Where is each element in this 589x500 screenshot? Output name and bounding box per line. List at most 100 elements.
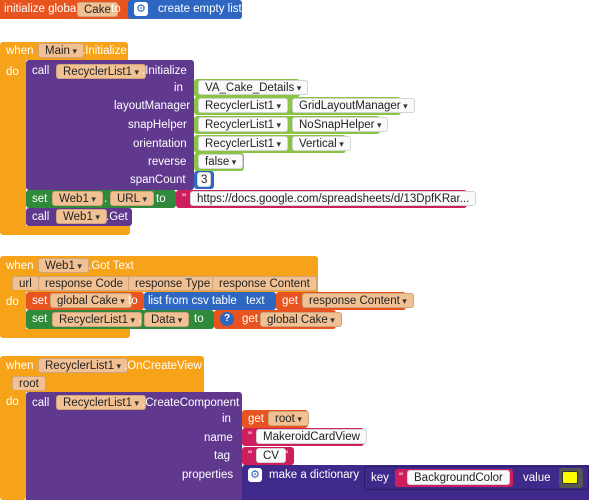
close-quote: " (505, 472, 510, 484)
call-label: call (32, 397, 50, 409)
set-label: set (32, 295, 48, 307)
open-quote: " (399, 472, 404, 484)
tag-text-block[interactable]: " CV " (242, 447, 294, 465)
web-component-dropdown[interactable]: Web1 (52, 191, 103, 206)
in-value-dropdown[interactable]: VA_Cake_Details (198, 80, 309, 95)
list-from-csv-block[interactable]: list from csv table text (144, 292, 276, 310)
web-got-text-event-block[interactable]: when Web1 .Got Text url response Code re… (0, 256, 318, 292)
close-quote: " (284, 450, 289, 462)
initialize-global-block[interactable]: initialize global Cake to ⚙ create empty… (0, 0, 242, 19)
key-text-field[interactable]: BackgroundColor (407, 470, 510, 485)
param-tag-label: tag (214, 450, 230, 462)
spancount-number-block[interactable]: 3 (194, 171, 214, 189)
close-quote: " (354, 431, 359, 443)
name-text-block[interactable]: " MakeroidCardView " (242, 428, 367, 446)
list-from-csv-label: list from csv table (148, 295, 237, 307)
do-label: do (6, 396, 19, 408)
layout-manager-block[interactable]: RecyclerList1 GridLayoutManager (194, 97, 415, 115)
create-empty-list-block[interactable]: ⚙ create empty list (128, 0, 242, 19)
open-quote: " (182, 193, 187, 205)
color-swatch[interactable] (562, 471, 578, 484)
create-component-call-block[interactable]: call RecyclerList1 .CreateComponent (26, 392, 242, 500)
param-response-code[interactable]: response Code (38, 276, 130, 291)
get-var-dropdown[interactable]: global Cake (260, 312, 342, 327)
param-root[interactable]: root (12, 376, 46, 391)
set-label: set (32, 313, 48, 325)
gear-icon[interactable]: ⚙ (248, 468, 262, 482)
param-spancount-label: spanCount (130, 174, 186, 186)
in-value-block[interactable]: VA_Cake_Details (194, 79, 309, 97)
set-web-url-block[interactable]: set Web1 . URL to (26, 190, 176, 208)
on-create-view-event-block[interactable]: when RecyclerList1 .OnCreateView root (0, 356, 204, 392)
close-quote: " (456, 193, 461, 205)
reverse-value-dropdown[interactable]: false (198, 154, 244, 169)
get-method-label: .Get (106, 211, 128, 223)
recycler-component-dropdown[interactable]: RecyclerList1 (56, 395, 147, 410)
to-label: to (111, 3, 121, 15)
param-layoutmanager-label: layoutManager (114, 100, 191, 112)
recycler-component-dropdown[interactable]: RecyclerList1 (56, 64, 147, 79)
get-label: get (282, 295, 298, 307)
text-param-label: text (246, 295, 265, 307)
open-quote: " (248, 450, 253, 462)
call-label: call (32, 211, 50, 223)
color-block[interactable] (559, 468, 583, 488)
web-component-dropdown[interactable]: Web1 (38, 258, 89, 273)
reverse-block[interactable]: false (194, 153, 244, 171)
snap-helper-block[interactable]: RecyclerList1 NoSnapHelper (194, 116, 389, 134)
layout-component-dropdown[interactable]: RecyclerList1 (198, 98, 289, 113)
open-quote: " (248, 431, 253, 443)
main-component-dropdown[interactable]: Main (38, 43, 84, 58)
web-get-component-dropdown[interactable]: Web1 (56, 209, 107, 224)
when-label: when (6, 45, 34, 57)
orientation-component-dropdown[interactable]: RecyclerList1 (198, 136, 289, 151)
layout-value-dropdown[interactable]: GridLayoutManager (292, 98, 415, 113)
url-property-dropdown[interactable]: URL (110, 191, 155, 206)
recycler-component-dropdown[interactable]: RecyclerList1 (52, 312, 143, 327)
set-global-cake-block[interactable]: set global Cake to (26, 292, 144, 310)
on-create-view-label: .OnCreateView (124, 360, 202, 372)
when-label: when (6, 360, 34, 372)
do-label: do (6, 296, 19, 308)
url-text-block[interactable]: " https://docs.google.com/spreadsheets/d… (176, 190, 477, 208)
param-response-type[interactable]: response Type (128, 276, 218, 291)
param-name-label: name (204, 432, 233, 444)
name-text-field[interactable]: MakeroidCardView (256, 429, 367, 444)
spancount-number-field[interactable]: 3 (197, 172, 212, 187)
get-root-dropdown[interactable]: root (268, 411, 309, 426)
snap-value-dropdown[interactable]: NoSnapHelper (292, 117, 389, 132)
when-label: when (6, 260, 34, 272)
make-dictionary-label: make a dictionary (269, 469, 360, 481)
call-label: call (32, 65, 50, 77)
gear-icon[interactable]: ⚙ (134, 2, 148, 16)
param-url[interactable]: url (12, 276, 39, 291)
url-text-field[interactable]: https://docs.google.com/spreadsheets/d/1… (190, 191, 477, 206)
help-icon[interactable]: ? (220, 312, 234, 326)
web-get-call-block[interactable]: call Web1 .Get (26, 208, 132, 226)
global-var-dropdown[interactable]: global Cake (50, 293, 132, 308)
get-global-cake-block[interactable]: ? get global Cake (214, 310, 342, 329)
orientation-block[interactable]: RecyclerList1 Vertical (194, 135, 351, 153)
orientation-value-dropdown[interactable]: Vertical (292, 136, 351, 151)
key-text-block[interactable]: " BackgroundColor " (395, 469, 513, 487)
dot-separator: . (104, 193, 108, 205)
initialize-global-label: initialize global (4, 3, 79, 15)
param-in-label: in (222, 413, 231, 425)
get-label: get (248, 413, 264, 425)
set-recycler-data-block[interactable]: set RecyclerList1 . Data to (26, 310, 214, 329)
data-property-dropdown[interactable]: Data (144, 312, 190, 327)
param-reverse-label: reverse (148, 156, 187, 168)
param-snaphelper-label: snapHelper (128, 119, 187, 131)
param-response-content[interactable]: response Content (212, 276, 317, 291)
tag-text-field[interactable]: CV (256, 448, 286, 463)
get-root-block[interactable]: get root (242, 410, 309, 428)
to-label: to (194, 313, 204, 325)
get-var-dropdown[interactable]: response Content (302, 293, 414, 308)
create-empty-list-label: create empty list (158, 3, 242, 15)
snap-component-dropdown[interactable]: RecyclerList1 (198, 117, 289, 132)
got-text-bottom-bar (0, 329, 130, 338)
pair-block[interactable]: key " BackgroundColor " value (364, 466, 589, 490)
get-label: get (242, 313, 258, 325)
recycler-component-dropdown[interactable]: RecyclerList1 (38, 358, 129, 373)
get-response-content-block[interactable]: get response Content (276, 292, 414, 310)
